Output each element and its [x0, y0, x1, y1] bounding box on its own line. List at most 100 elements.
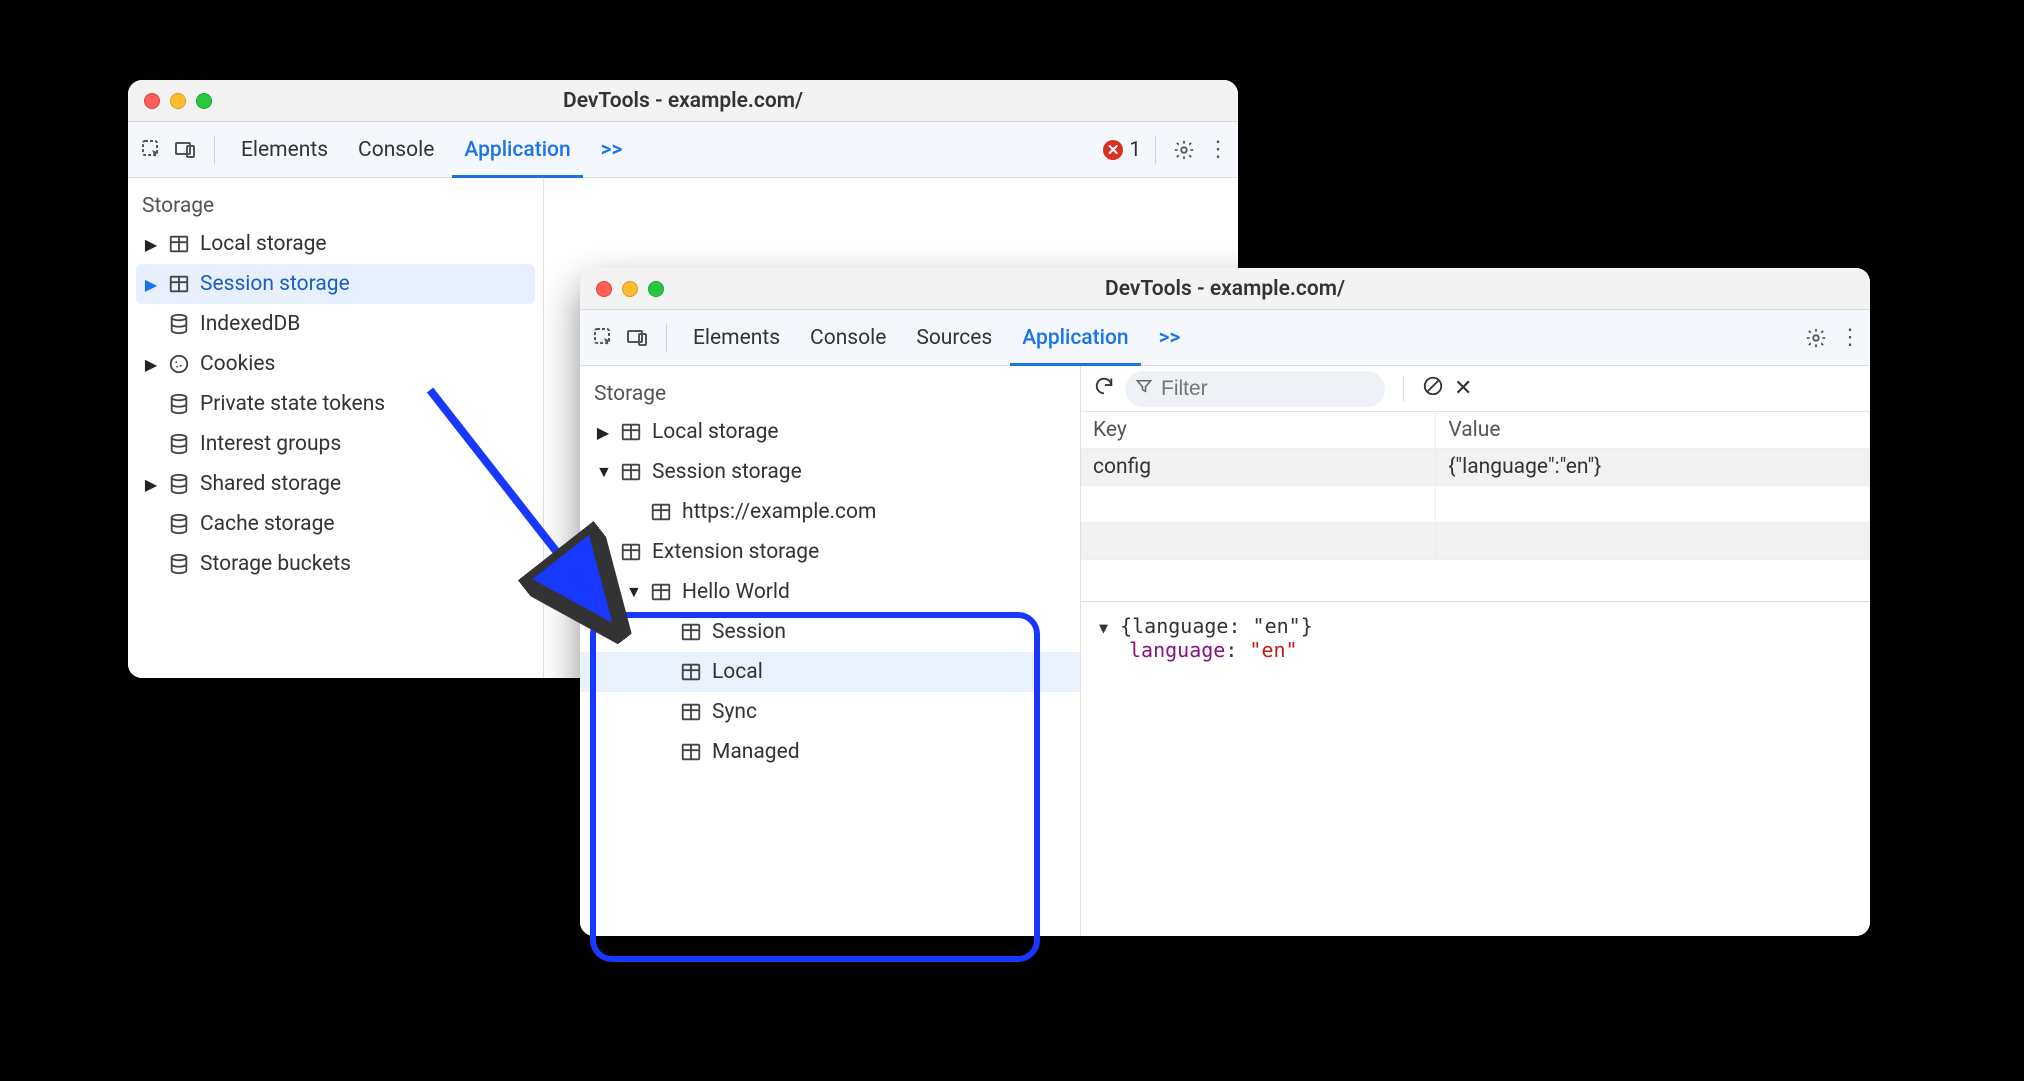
device-toggle-icon[interactable] — [624, 324, 652, 352]
minimize-icon[interactable] — [170, 93, 186, 109]
sidebar-item-local-storage[interactable]: ▶ Local storage — [128, 224, 543, 264]
chevron-down-icon: ▼ — [596, 542, 610, 562]
sidebar-item-ext-managed[interactable]: ▶ Managed — [580, 732, 1080, 772]
cell-value[interactable]: {"language":"en"} — [1436, 449, 1870, 486]
json-key: language — [1129, 638, 1225, 662]
tabs-overflow[interactable]: >> — [1147, 310, 1193, 366]
filter-icon — [1135, 377, 1153, 401]
tab-application[interactable]: Application — [1010, 310, 1140, 366]
storage-detail: ✕ Key Value config {"language":"en"} — [1080, 366, 1870, 936]
sidebar-item-label: IndexedDB — [200, 312, 300, 336]
sidebar-item-label: Session — [712, 620, 786, 644]
filter-input-wrap[interactable] — [1125, 371, 1385, 407]
table-icon — [620, 461, 642, 483]
sidebar-item-indexeddb[interactable]: ▶ IndexedDB — [128, 304, 543, 344]
sidebar-item-interest-groups[interactable]: ▶ Interest groups — [128, 424, 543, 464]
devtools-tabbar: Elements Console Sources Application >> … — [580, 310, 1870, 366]
sidebar-item-ext-session[interactable]: ▶ Session — [580, 612, 1080, 652]
zoom-icon[interactable] — [648, 281, 664, 297]
sidebar-item-session-storage[interactable]: ▼ Session storage — [580, 452, 1080, 492]
traffic-lights[interactable] — [596, 281, 664, 297]
chevron-right-icon: ▶ — [596, 423, 610, 442]
sidebar-item-extension-storage[interactable]: ▼ Extension storage — [580, 532, 1080, 572]
database-icon — [168, 553, 190, 575]
tab-elements[interactable]: Elements — [681, 310, 792, 366]
chevron-down-icon: ▼ — [1099, 619, 1108, 637]
cell-key[interactable]: config — [1081, 449, 1436, 486]
json-property-row[interactable]: language: "en" — [1099, 638, 1852, 662]
json-value: "en" — [1249, 638, 1297, 662]
sidebar-item-ext-sync[interactable]: ▶ Sync — [580, 692, 1080, 732]
traffic-lights[interactable] — [144, 93, 212, 109]
storage-heading: Storage — [580, 376, 1080, 412]
sidebar-item-label: Local storage — [200, 232, 327, 256]
table-icon — [168, 273, 190, 295]
table-row-empty — [1081, 523, 1870, 560]
table-icon — [680, 661, 702, 683]
close-icon[interactable] — [144, 93, 160, 109]
sidebar-item-label: Private state tokens — [200, 392, 385, 416]
window-title: DevTools - example.com/ — [128, 89, 1238, 113]
database-icon — [168, 393, 190, 415]
chevron-right-icon: ▶ — [144, 235, 158, 254]
gear-icon[interactable] — [1802, 324, 1830, 352]
sidebar-item-shared-storage[interactable]: ▶ Shared storage — [128, 464, 543, 504]
chevron-down-icon: ▼ — [626, 582, 640, 602]
refresh-icon[interactable] — [1093, 375, 1115, 403]
chevron-right-icon: ▶ — [144, 355, 158, 374]
sidebar-item-session-origin[interactable]: ▶ https://example.com — [580, 492, 1080, 532]
tab-application[interactable]: Application — [452, 122, 582, 178]
device-toggle-icon[interactable] — [172, 136, 200, 164]
tab-elements[interactable]: Elements — [229, 122, 340, 178]
database-icon — [168, 313, 190, 335]
json-summary-row[interactable]: ▼ {language: "en"} — [1099, 614, 1852, 638]
gear-icon[interactable] — [1170, 136, 1198, 164]
sidebar-item-storage-buckets[interactable]: ▶ Storage buckets — [128, 544, 543, 584]
detail-toolbar: ✕ — [1081, 366, 1870, 412]
panel-body: Storage ▶ Local storage ▼ Session storag… — [580, 366, 1870, 936]
table-icon — [168, 233, 190, 255]
tabs-overflow[interactable]: >> — [589, 122, 635, 178]
sidebar-item-label: Local — [712, 660, 763, 684]
tab-sources[interactable]: Sources — [904, 310, 1004, 366]
error-icon: ✕ — [1103, 140, 1123, 160]
inspect-icon[interactable] — [590, 324, 618, 352]
inspect-icon[interactable] — [138, 136, 166, 164]
error-badge[interactable]: ✕ 1 — [1103, 138, 1141, 162]
table-icon — [620, 421, 642, 443]
table-icon — [680, 701, 702, 723]
zoom-icon[interactable] — [196, 93, 212, 109]
kebab-icon[interactable]: ⋮ — [1836, 324, 1864, 352]
table-icon — [680, 621, 702, 643]
sidebar-item-session-storage[interactable]: ▶ Session storage — [136, 264, 535, 304]
sidebar-item-private-state[interactable]: ▶ Private state tokens — [128, 384, 543, 424]
filter-input[interactable] — [1161, 377, 1341, 401]
tab-console[interactable]: Console — [346, 122, 446, 178]
tabbar-divider — [666, 324, 667, 352]
toolbar-divider — [1403, 376, 1404, 402]
json-summary: {language: "en"} — [1120, 614, 1313, 638]
sidebar-item-label: Session storage — [652, 460, 802, 484]
close-icon[interactable]: ✕ — [1454, 376, 1472, 401]
sidebar-item-label: Hello World — [682, 580, 790, 604]
kebab-icon[interactable]: ⋮ — [1204, 136, 1232, 164]
clear-all-icon[interactable] — [1422, 375, 1444, 403]
minimize-icon[interactable] — [622, 281, 638, 297]
col-key[interactable]: Key — [1081, 412, 1436, 449]
tab-console[interactable]: Console — [798, 310, 898, 366]
titlebar: DevTools - example.com/ — [128, 80, 1238, 122]
sidebar-item-label: Managed — [712, 740, 800, 764]
sidebar-item-extension-hello[interactable]: ▼ Hello World — [580, 572, 1080, 612]
storage-sidebar: Storage ▶ Local storage ▼ Session storag… — [580, 366, 1080, 936]
sidebar-item-local-storage[interactable]: ▶ Local storage — [580, 412, 1080, 452]
table-icon — [650, 581, 672, 603]
sidebar-item-cache-storage[interactable]: ▶ Cache storage — [128, 504, 543, 544]
chevron-right-icon: ▶ — [144, 275, 158, 294]
close-icon[interactable] — [596, 281, 612, 297]
sidebar-item-cookies[interactable]: ▶ Cookies — [128, 344, 543, 384]
database-icon — [168, 473, 190, 495]
table-icon — [650, 501, 672, 523]
col-value[interactable]: Value — [1436, 412, 1870, 449]
table-row[interactable]: config {"language":"en"} — [1081, 449, 1870, 486]
sidebar-item-ext-local[interactable]: ▶ Local — [580, 652, 1080, 692]
